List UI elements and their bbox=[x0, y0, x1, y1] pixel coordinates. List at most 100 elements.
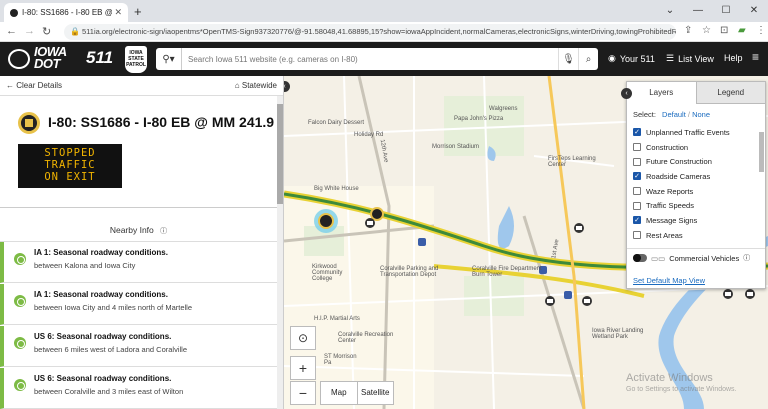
layer-unplanned-events[interactable]: ✓ Unplanned Traffic Events bbox=[627, 125, 765, 140]
nearby-info-header: Nearby Info ⓘ bbox=[0, 218, 277, 242]
layer-select-row: Select: Default / None bbox=[633, 110, 710, 119]
nearby-item-title: IA 1: Seasonal roadway conditions. bbox=[34, 248, 168, 257]
extensions-icon[interactable]: ⊡ bbox=[720, 25, 728, 36]
checkbox[interactable] bbox=[633, 187, 641, 196]
back-icon[interactable]: ← bbox=[6, 25, 17, 37]
lock-icon[interactable]: 🔒 bbox=[70, 24, 80, 40]
layer-roadside-cameras[interactable]: ✓ Roadside Cameras bbox=[627, 169, 765, 184]
location-pin-icon[interactable]: ⚲▾ bbox=[156, 48, 182, 70]
layer-label: Unplanned Traffic Events bbox=[646, 127, 730, 137]
maximize-button[interactable]: ☐ bbox=[712, 0, 740, 22]
commercial-vehicles-toggle[interactable] bbox=[633, 254, 647, 262]
profile-icon[interactable]: ▰ bbox=[738, 25, 746, 36]
select-default-link[interactable]: Default bbox=[662, 110, 686, 119]
layer-message-signs[interactable]: ✓ Message Signs bbox=[627, 213, 765, 228]
layer-label: Roadside Cameras bbox=[646, 171, 711, 181]
map-type-map-button[interactable]: Map bbox=[321, 382, 358, 404]
menu-kebab-icon[interactable]: ⋮ bbox=[756, 25, 766, 36]
truck-icon: ▭▭ bbox=[651, 253, 666, 263]
list-view-label: List View bbox=[678, 53, 714, 64]
checkbox[interactable] bbox=[633, 231, 641, 240]
set-default-map-view-link[interactable]: Set Default Map View bbox=[633, 276, 705, 285]
nearby-item-desc: between Iowa City and 4 miles north of M… bbox=[34, 303, 192, 312]
new-tab-button[interactable]: + bbox=[134, 4, 142, 19]
map-label: ST Morrison Pa bbox=[324, 354, 357, 366]
microphone-icon[interactable]: 🎙 bbox=[558, 48, 578, 70]
locate-me-icon[interactable]: ⊙ bbox=[290, 326, 316, 350]
checkbox-checked[interactable]: ✓ bbox=[633, 128, 641, 137]
select-label: Select: bbox=[633, 110, 656, 119]
panel-scrollbar-thumb[interactable] bbox=[277, 104, 283, 204]
list-view-link[interactable]: ☰ List View bbox=[666, 53, 714, 64]
browser-tab-bar: I-80: SS1686 - I-80 EB @ MM 24… ✕ + ⌄ — … bbox=[0, 0, 768, 22]
map-label: Walgreens bbox=[489, 106, 518, 112]
message-sign-display: STOPPED TRAFFIC ON EXIT bbox=[18, 144, 122, 188]
zoom-out-button[interactable]: − bbox=[290, 381, 316, 405]
checkbox[interactable] bbox=[633, 201, 641, 210]
windows-activation-watermark: Activate Windows bbox=[626, 372, 713, 384]
nearby-item-title: IA 1: Seasonal roadway conditions. bbox=[34, 290, 168, 299]
reload-icon[interactable]: ↻ bbox=[42, 25, 51, 38]
zoom-in-button[interactable]: + bbox=[290, 356, 316, 380]
sign-line-1: STOPPED bbox=[44, 147, 96, 159]
favicon-icon bbox=[10, 8, 18, 17]
layers-tabs: Layers Legend bbox=[627, 82, 765, 104]
map-label: Kirkwood Community College bbox=[312, 264, 343, 282]
tab-title: I-80: SS1686 - I-80 EB @ MM 24… bbox=[22, 8, 113, 17]
checkbox[interactable] bbox=[633, 157, 641, 166]
nearby-item[interactable]: US 6: Seasonal roadway conditions. betwe… bbox=[0, 326, 277, 367]
statewide-button[interactable]: ⌂ Statewide bbox=[235, 81, 277, 90]
search-input[interactable] bbox=[182, 54, 558, 64]
forward-icon[interactable]: → bbox=[24, 25, 35, 37]
tab-search-icon[interactable]: ⌄ bbox=[656, 0, 684, 22]
window-controls: ⌄ — ☐ ✕ bbox=[656, 0, 768, 22]
layer-traffic-speeds[interactable]: Traffic Speeds bbox=[627, 198, 765, 213]
map-label: Falcon Dairy Dessert bbox=[308, 120, 365, 126]
tab-layers[interactable]: Layers bbox=[627, 82, 696, 104]
layers-scrollbar[interactable] bbox=[759, 132, 764, 172]
details-panel-topbar: ← Clear Details ⌂ Statewide bbox=[0, 76, 283, 96]
commercial-vehicles-label: Commercial Vehicles bbox=[669, 253, 740, 263]
map-label: Coralville Fire Department Burn Tower bbox=[472, 266, 542, 278]
checkbox-checked[interactable]: ✓ bbox=[633, 216, 641, 225]
layer-future-construction[interactable]: Future Construction bbox=[627, 154, 765, 169]
clear-details-button[interactable]: ← Clear Details bbox=[6, 81, 62, 90]
layer-label: Rest Areas bbox=[646, 230, 683, 240]
layer-rest-areas[interactable]: Rest Areas bbox=[627, 228, 765, 243]
layer-waze-reports[interactable]: Waze Reports bbox=[627, 184, 765, 199]
close-window-button[interactable]: ✕ bbox=[740, 0, 768, 22]
info-icon[interactable]: ⓘ bbox=[743, 253, 750, 263]
nearby-item[interactable]: IA 1: Seasonal roadway conditions. betwe… bbox=[0, 284, 277, 325]
roadway-conditions-icon bbox=[14, 253, 26, 265]
close-tab-icon[interactable]: ✕ bbox=[114, 7, 122, 18]
info-icon[interactable]: ⓘ bbox=[160, 228, 167, 235]
layer-construction[interactable]: Construction bbox=[627, 140, 765, 155]
bookmark-star-icon[interactable]: ☆ bbox=[702, 25, 711, 36]
help-link[interactable]: Help bbox=[724, 53, 743, 63]
url-field[interactable]: 🔒 511ia.org/electronic-sign/iaopentms*Op… bbox=[64, 24, 676, 40]
iowa-dot-logo[interactable]: IOWA DOT bbox=[34, 45, 67, 70]
url-text: 511ia.org/electronic-sign/iaopentms*Open… bbox=[82, 27, 676, 36]
logo-511[interactable]: 511 bbox=[86, 48, 113, 68]
sign-line-3: ON EXIT bbox=[44, 171, 96, 183]
state-patrol-badge[interactable]: IOWA STATE PATROL bbox=[125, 46, 147, 73]
map-type-toggle: Map Satellite bbox=[320, 381, 394, 405]
map-label: Iowa River Landing Wetland Park bbox=[592, 328, 644, 340]
collapse-layers-button[interactable]: ‹ bbox=[621, 88, 632, 99]
nearby-item[interactable]: IA 1: Seasonal roadway conditions. betwe… bbox=[0, 242, 277, 283]
share-icon[interactable]: ⇪ bbox=[684, 25, 692, 36]
hamburger-menu-icon[interactable]: ≡ bbox=[752, 50, 759, 64]
minimize-button[interactable]: — bbox=[684, 0, 712, 22]
select-none-link[interactable]: None bbox=[692, 110, 710, 119]
your511-link[interactable]: ◉ Your 511 bbox=[608, 53, 655, 64]
checkbox[interactable] bbox=[633, 143, 641, 152]
nearby-item-desc: between Coralville and 3 miles east of W… bbox=[34, 387, 184, 396]
browser-tab[interactable]: I-80: SS1686 - I-80 EB @ MM 24… ✕ bbox=[4, 3, 128, 22]
tab-legend[interactable]: Legend bbox=[695, 82, 765, 104]
checkbox-checked[interactable]: ✓ bbox=[633, 172, 641, 181]
nearby-item-title: US 6: Seasonal roadway conditions. bbox=[34, 374, 172, 383]
map-canvas[interactable]: Falcon Dairy Dessert Holiday Rd Papa Joh… bbox=[284, 76, 768, 409]
nearby-item[interactable]: US 6: Seasonal roadway conditions. betwe… bbox=[0, 368, 277, 409]
search-icon[interactable]: ⌕ bbox=[578, 48, 598, 70]
map-type-satellite-button[interactable]: Satellite bbox=[358, 382, 394, 404]
